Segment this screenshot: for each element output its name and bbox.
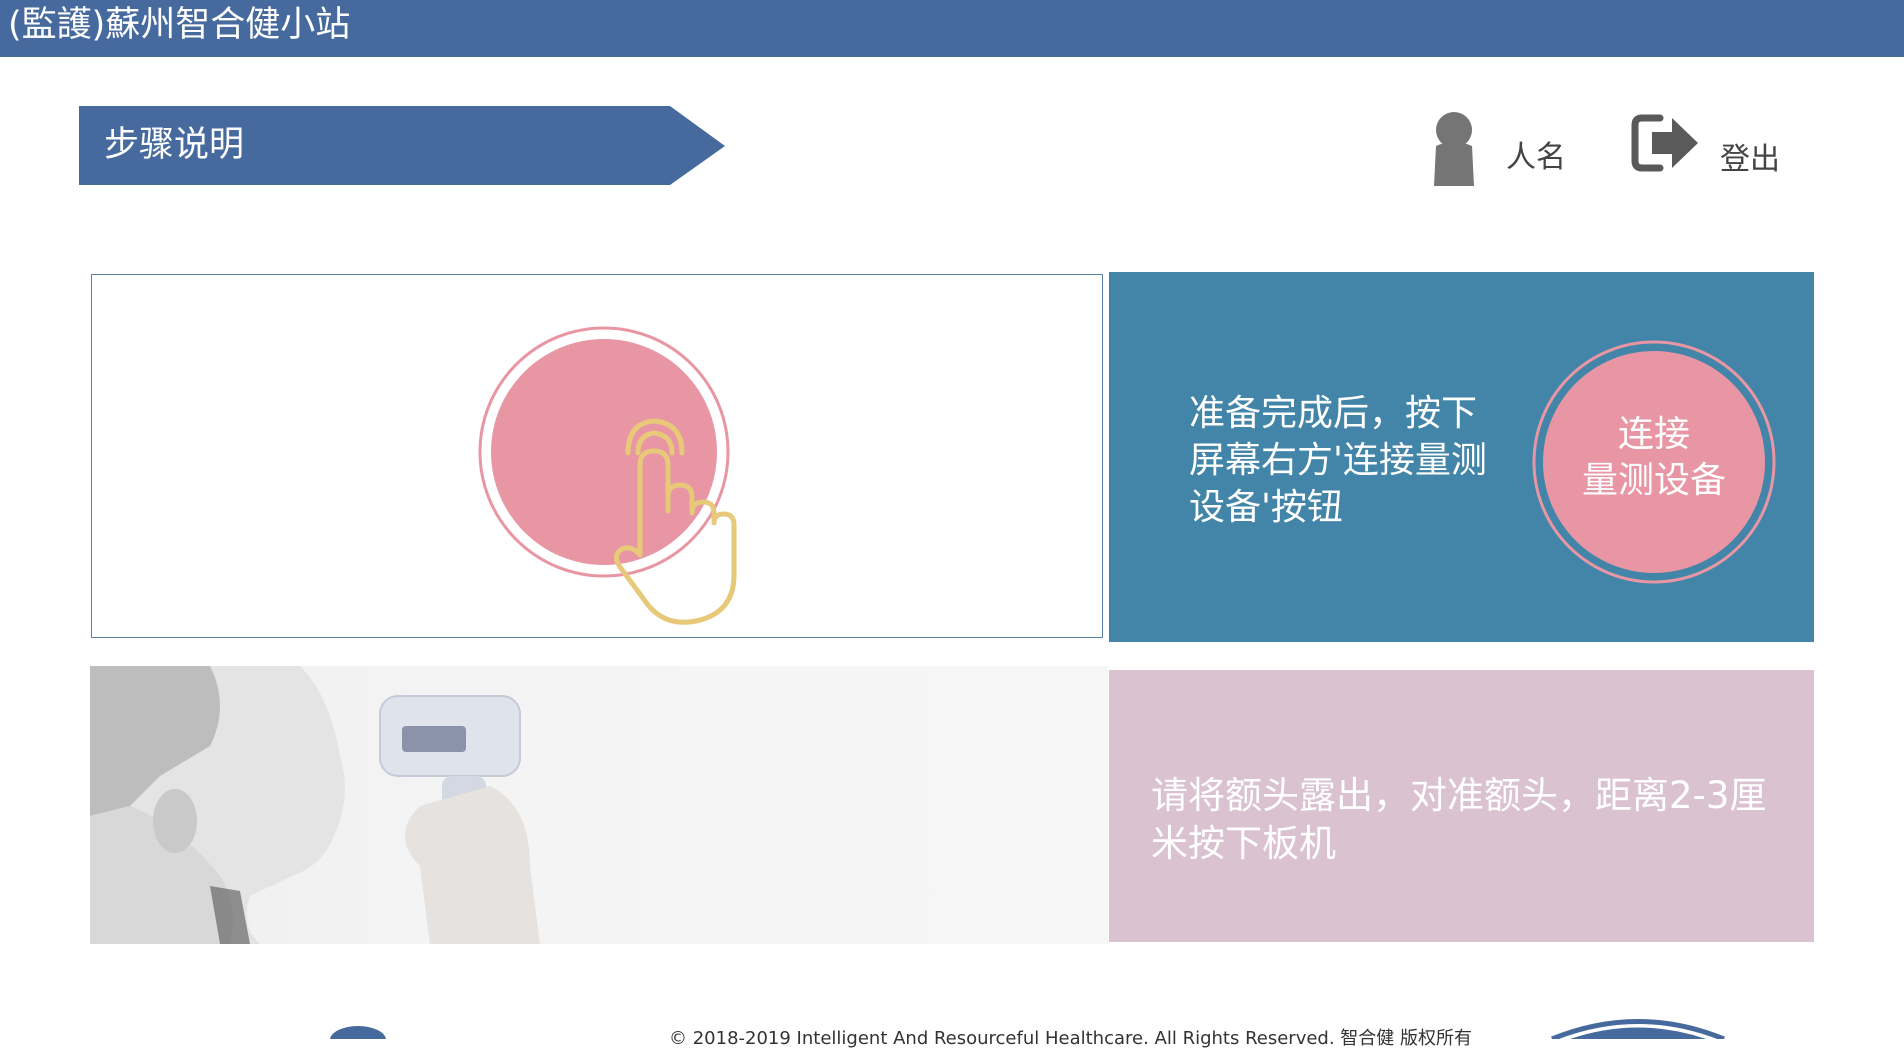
connect-device-button[interactable]: 连接 量测设备: [1532, 340, 1776, 584]
step-banner-label: 步骤说明: [104, 125, 245, 165]
user-icon: [1434, 112, 1474, 186]
footer-logo-left: [330, 1026, 386, 1039]
man-with-thermometer-image: [90, 666, 540, 944]
footer-logo-right: [1551, 1019, 1725, 1039]
measure-instruction-text: 请将额头露出，对准额头，距离2-3厘米按下板机: [1151, 774, 1767, 865]
logout-label: 登出: [1720, 142, 1780, 177]
app-title: (監護)蘇州智合健小站: [8, 5, 351, 45]
step-banner: 步骤说明: [79, 106, 725, 185]
user-name: 人名: [1506, 140, 1566, 175]
header-bar: (監護)蘇州智合健小站: [0, 0, 1904, 57]
connect-button-label: 连接 量测设备: [1581, 414, 1726, 501]
measure-instruction-card: 请将额头露出，对准额头，距离2-3厘米按下板机: [1109, 670, 1814, 942]
thermometer-photo: [90, 666, 1108, 944]
tap-illustration-card: [91, 274, 1103, 638]
connect-instruction-card: 准备完成后，按下屏幕右方'连接量测设备'按钮 连接 量测设备: [1109, 272, 1814, 642]
logout-icon: [1631, 114, 1698, 172]
user-profile: 人名: [1428, 108, 1568, 188]
connect-instruction-text: 准备完成后，按下屏幕右方'连接量测设备'按钮: [1189, 393, 1487, 528]
tap-illustration: [478, 326, 737, 625]
logout-button[interactable]: 登出: [1630, 112, 1790, 182]
footer-copyright: © 2018-2019 Intelligent And Resourceful …: [669, 1028, 1473, 1049]
